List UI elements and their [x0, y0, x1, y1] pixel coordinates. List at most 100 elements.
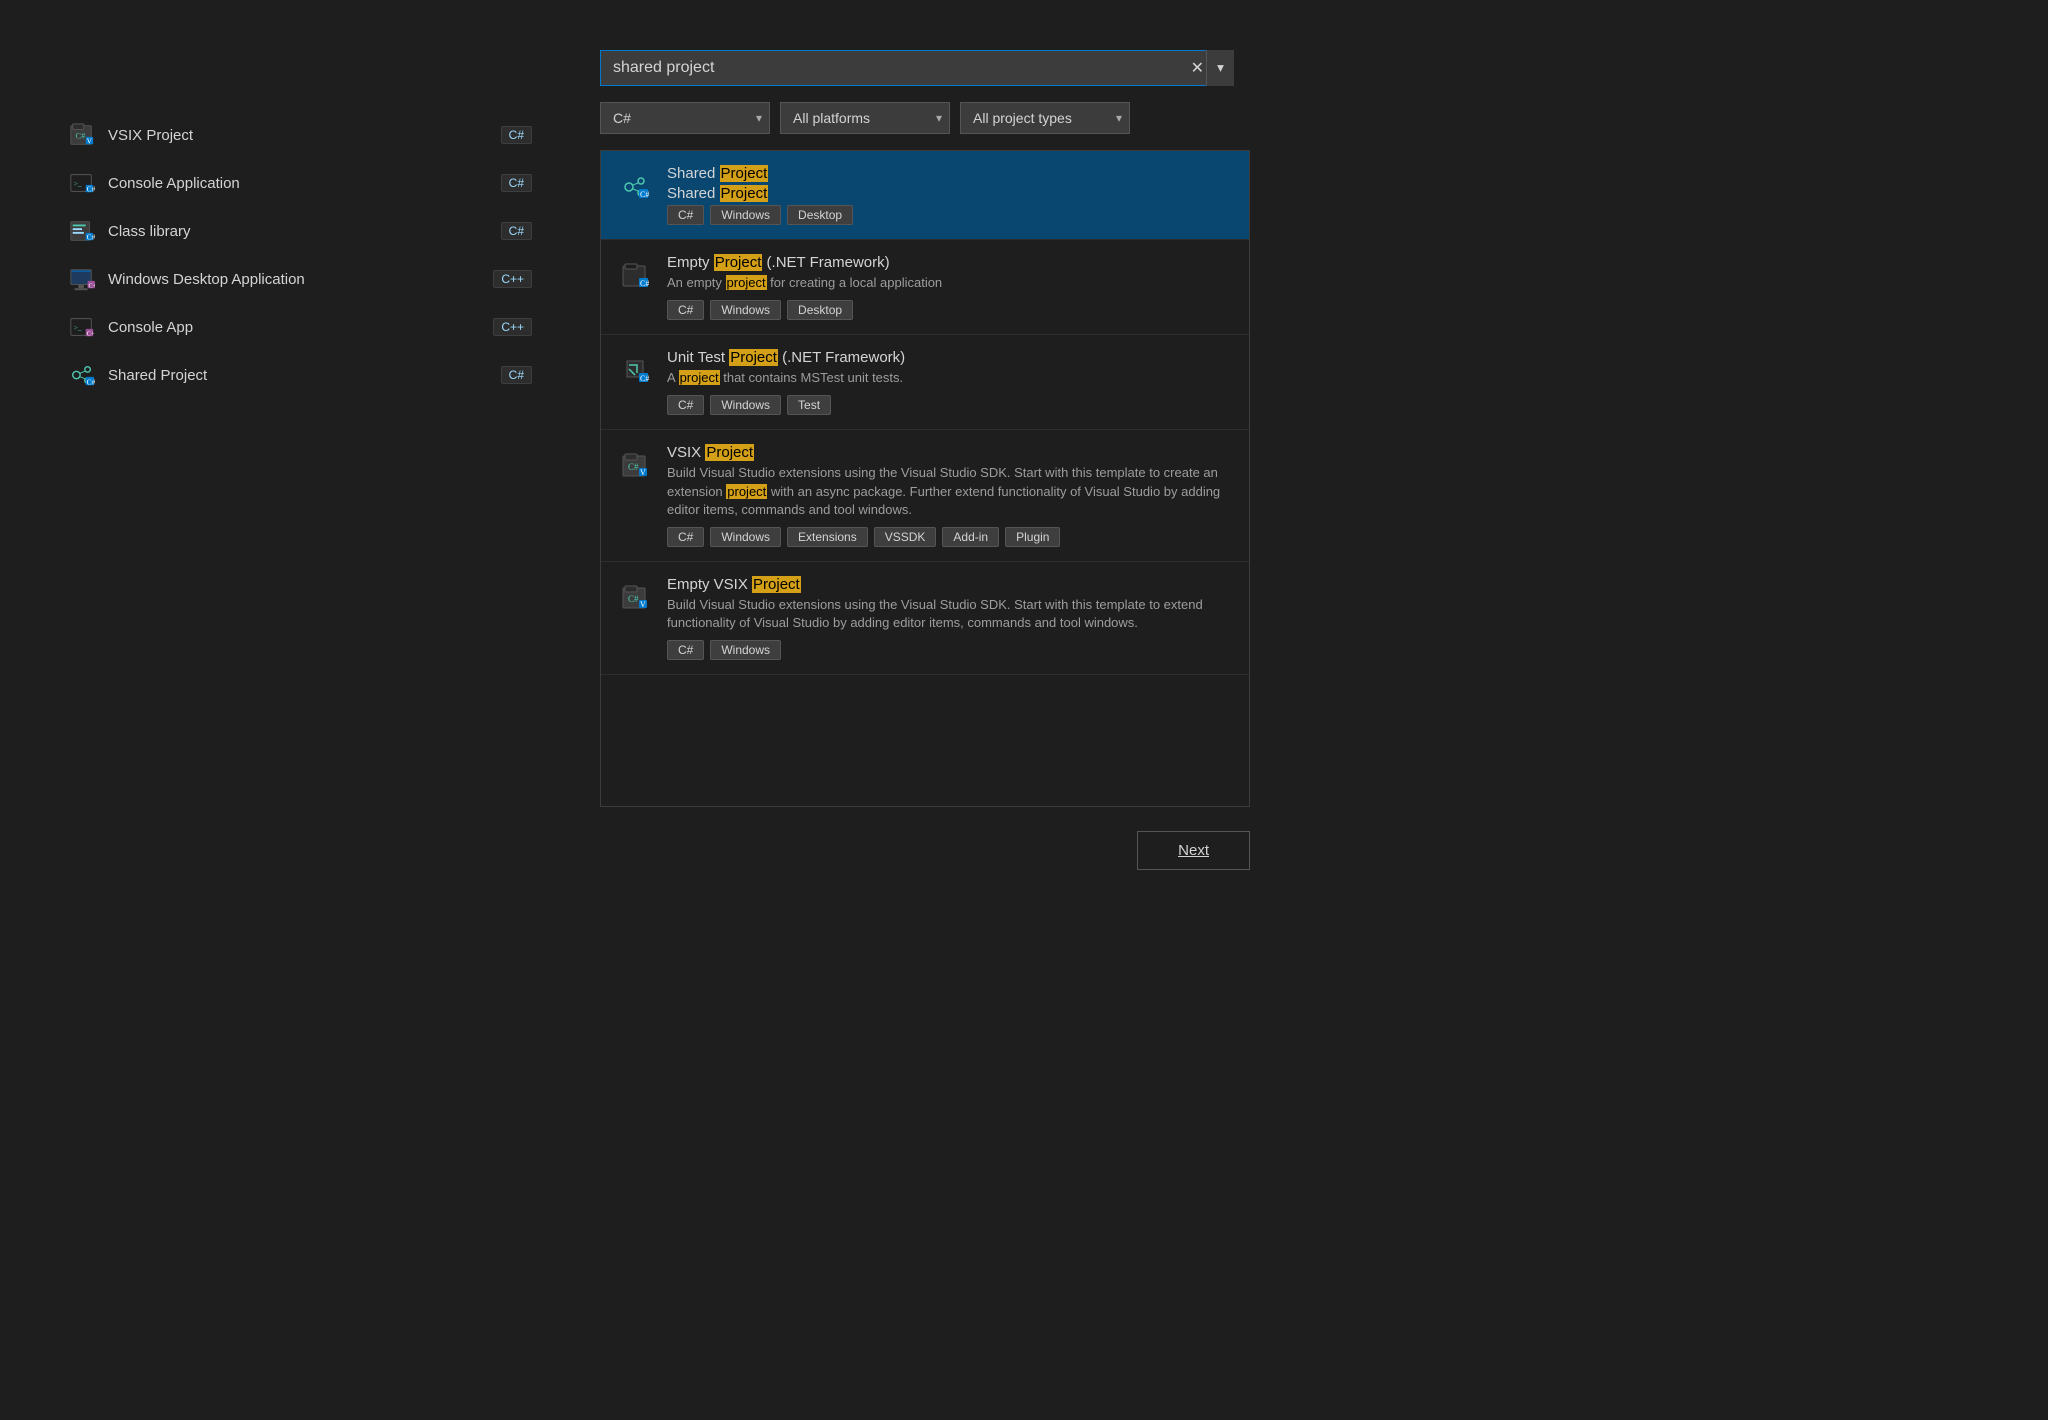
recent-item-icon-console-application: >_ C# [68, 169, 96, 197]
result-item-empty-vsix-project[interactable]: C# V Empty VSIX Project Build Visual Stu… [601, 562, 1249, 675]
recent-item-label-windows-desktop-app: Windows Desktop Application [108, 271, 305, 288]
recent-item-vsix-project[interactable]: C# V VSIX Project C# [60, 111, 540, 159]
recent-item-shared-project[interactable]: C# Shared Project C# [60, 351, 540, 399]
recent-section-label [60, 90, 540, 91]
result-tag: VSSDK [874, 527, 937, 547]
recent-item-left: >_ C++ Console App [68, 313, 193, 341]
result-desc: A project that contains MSTest unit test… [667, 369, 1233, 387]
svg-text:C#: C# [628, 594, 639, 604]
result-desc: An empty project for creating a local ap… [667, 274, 1233, 292]
recent-item-lang-console-application: C# [501, 174, 532, 192]
recent-item-icon-console-app: >_ C++ [68, 313, 96, 341]
result-item-shared-project-result[interactable]: C# Shared Project Shared Project C#Windo… [601, 151, 1249, 240]
result-content-shared-project-result: Shared Project Shared Project C#WindowsD… [667, 165, 1233, 225]
search-dropdown-button[interactable]: ▾ [1206, 50, 1234, 86]
result-tag-row: C#Windows [667, 640, 1233, 660]
recent-item-label-console-application: Console Application [108, 175, 240, 192]
recent-item-icon-vsix-project: C# V [68, 121, 96, 149]
svg-text:V: V [87, 136, 93, 145]
result-subtitle: Shared Project [667, 185, 1233, 202]
svg-text:V: V [640, 600, 646, 609]
recent-item-lang-windows-desktop-app: C++ [493, 270, 532, 288]
results-list: C# Shared Project Shared Project C#Windo… [600, 150, 1250, 807]
svg-text:C#: C# [640, 374, 649, 383]
search-clear-button[interactable]: ✕ [1191, 58, 1204, 78]
svg-text:C#: C# [640, 190, 649, 199]
result-icon-unit-test-project: C# [617, 353, 653, 389]
result-tag: Test [787, 395, 831, 415]
result-tag: Windows [710, 300, 781, 320]
recent-item-left: C# V VSIX Project [68, 121, 193, 149]
result-tag: Windows [710, 395, 781, 415]
svg-text:>_: >_ [74, 323, 82, 332]
result-title: VSIX Project [667, 444, 1233, 461]
result-tag: Windows [710, 205, 781, 225]
recent-item-left: C++ Windows Desktop Application [68, 265, 305, 293]
result-tag: Desktop [787, 205, 853, 225]
recent-item-label-console-app: Console App [108, 319, 193, 336]
recent-item-lang-console-app: C++ [493, 318, 532, 336]
result-title: Shared Project [667, 165, 1233, 182]
recent-item-left: C# Shared Project [68, 361, 207, 389]
platform-filter-wrapper: All platformsWindowsLinuxmacOSAndroidiOS [780, 102, 950, 134]
result-tag: Add-in [942, 527, 999, 547]
svg-text:C++: C++ [87, 330, 95, 337]
result-tag-row: C# Windows Test [667, 395, 1233, 415]
result-content-vsix-project-result: VSIX Project Build Visual Studio extensi… [667, 444, 1233, 547]
result-tag: C# [667, 300, 704, 320]
result-title: Empty Project (.NET Framework) [667, 254, 1233, 271]
close-button[interactable] [1272, 14, 1290, 32]
result-item-empty-project-dotnet[interactable]: C# Empty Project (.NET Framework) An emp… [601, 240, 1249, 335]
result-icon-empty-project-dotnet: C# [617, 258, 653, 294]
recent-item-class-library[interactable]: C# Class library C# [60, 207, 540, 255]
recent-item-lang-shared-project: C# [501, 366, 532, 384]
result-tag: Windows [710, 527, 781, 547]
result-item-vsix-project-result[interactable]: C# V VSIX Project Build Visual Studio ex… [601, 430, 1249, 562]
recent-item-label-class-library: Class library [108, 223, 191, 240]
recent-item-console-app[interactable]: >_ C++ Console App C++ [60, 303, 540, 351]
project-type-filter[interactable]: All project typesCloudConsoleDesktopExte… [960, 102, 1130, 134]
recent-item-windows-desktop-app[interactable]: C++ Windows Desktop Application C++ [60, 255, 540, 303]
svg-text:C++: C++ [89, 282, 96, 289]
bottom-row: Next [600, 823, 1250, 870]
recent-item-lang-vsix-project: C# [501, 126, 532, 144]
result-content-empty-vsix-project: Empty VSIX Project Build Visual Studio e… [667, 576, 1233, 660]
result-tag-row: C# Windows Desktop [667, 300, 1233, 320]
language-filter[interactable]: All languagesC#C++F#VB [600, 102, 770, 134]
result-item-unit-test-project[interactable]: C# Unit Test Project (.NET Framework) A … [601, 335, 1249, 430]
result-content-unit-test-project: Unit Test Project (.NET Framework) A pro… [667, 349, 1233, 415]
result-icon-vsix-project-result: C# V [617, 448, 653, 484]
left-panel: C# V VSIX Project C# >_ C# Console Appli… [60, 50, 540, 870]
result-tag: C# [667, 527, 704, 547]
svg-text:C#: C# [87, 184, 95, 193]
result-tag: Extensions [787, 527, 868, 547]
svg-text:C#: C# [628, 462, 639, 472]
recent-item-icon-class-library: C# [68, 217, 96, 245]
recent-item-lang-class-library: C# [501, 222, 532, 240]
result-tag: C# [667, 395, 704, 415]
recent-item-left: C# Class library [68, 217, 191, 245]
result-tag: Plugin [1005, 527, 1060, 547]
project-type-filter-wrapper: All project typesCloudConsoleDesktopExte… [960, 102, 1130, 134]
result-tag-row: C# Windows Extensions VSSDKAdd-in Plugin [667, 527, 1233, 547]
search-input[interactable] [600, 50, 1234, 86]
result-content-empty-project-dotnet: Empty Project (.NET Framework) An empty … [667, 254, 1233, 320]
result-desc: Build Visual Studio extensions using the… [667, 464, 1233, 519]
result-tag: C# [667, 640, 704, 660]
result-title: Unit Test Project (.NET Framework) [667, 349, 1233, 366]
result-desc: Build Visual Studio extensions using the… [667, 596, 1233, 632]
platform-filter[interactable]: All platformsWindowsLinuxmacOSAndroidiOS [780, 102, 950, 134]
language-filter-wrapper: All languagesC#C++F#VB [600, 102, 770, 134]
next-button[interactable]: Next [1137, 831, 1250, 870]
svg-text:V: V [640, 468, 646, 477]
minimize-button[interactable] [1234, 14, 1252, 32]
right-panel: ✕ ▾ All languagesC#C++F#VB All platforms… [600, 50, 1250, 870]
recent-item-icon-shared-project: C# [68, 361, 96, 389]
svg-text:C#: C# [76, 132, 87, 141]
recent-item-console-application[interactable]: >_ C# Console Application C# [60, 159, 540, 207]
recent-item-icon-windows-desktop-app: C++ [68, 265, 96, 293]
recent-item-label-shared-project: Shared Project [108, 367, 207, 384]
result-icon-shared-project-result: C# [617, 169, 653, 205]
svg-text:C#: C# [640, 279, 649, 288]
result-tag: Desktop [787, 300, 853, 320]
